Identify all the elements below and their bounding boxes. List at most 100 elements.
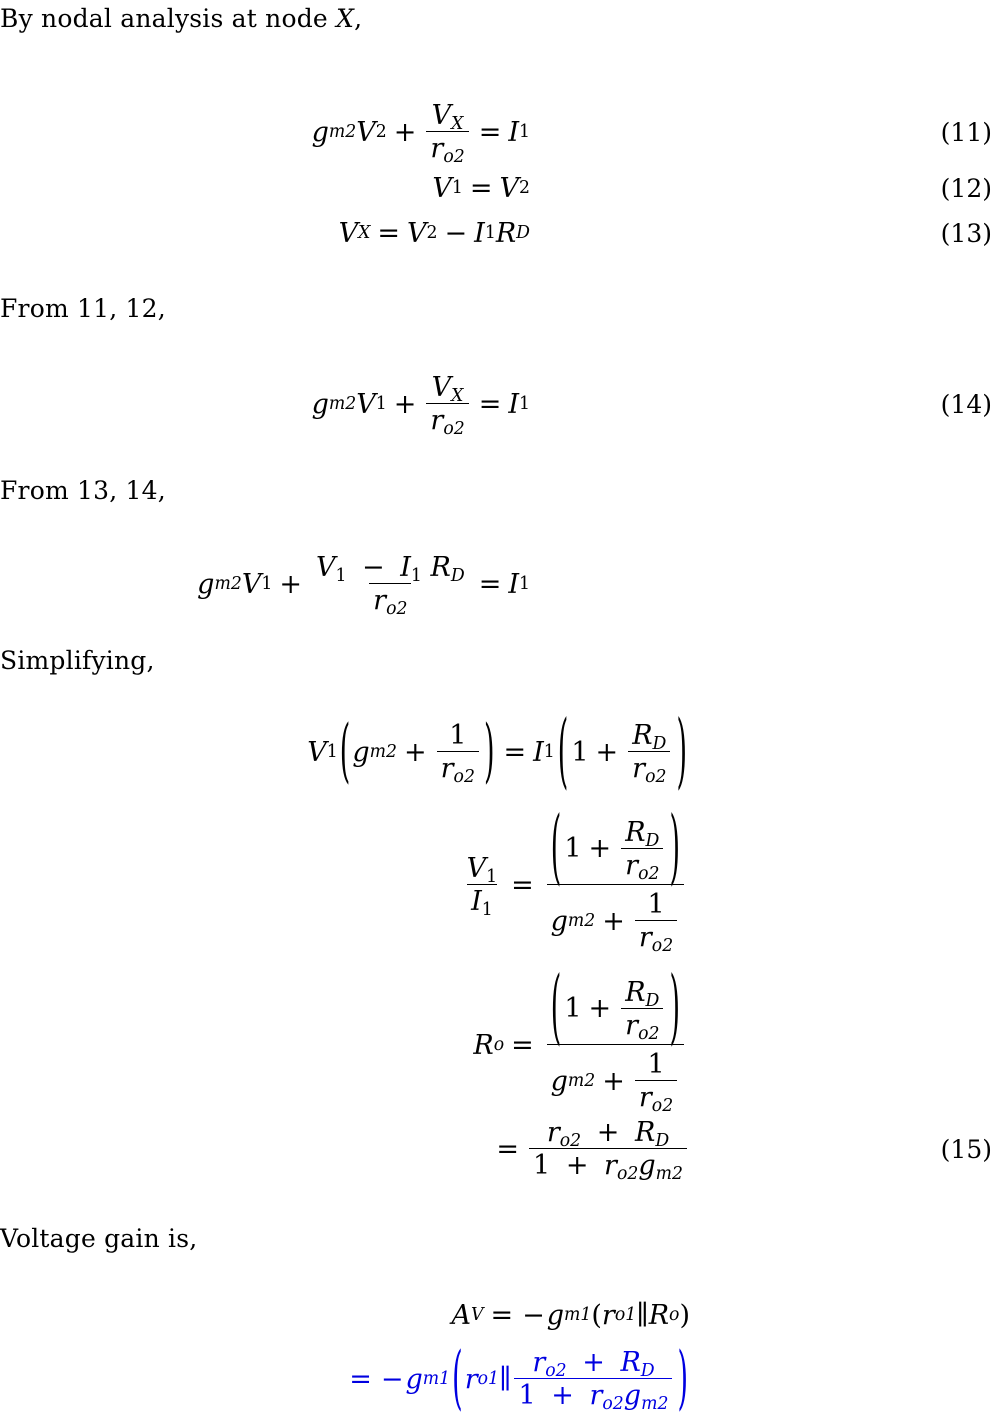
denominator-r: r bbox=[589, 1380, 603, 1411]
equals-operator: = bbox=[496, 1133, 520, 1165]
intro-prefix: By nodal analysis at node bbox=[0, 4, 337, 33]
ro1-symbol: r bbox=[464, 1363, 478, 1395]
equation-13: VX = V2 − I1 RD bbox=[338, 217, 530, 249]
denominator-symbol: r bbox=[440, 753, 454, 784]
denominator-g: g bbox=[623, 1380, 642, 1411]
equation-number-14: (14) bbox=[940, 389, 992, 419]
plus-operator: + bbox=[404, 736, 427, 768]
denominator-r-subscript: o2 bbox=[616, 1163, 639, 1184]
right-paren: ) bbox=[677, 1339, 688, 1419]
numerator-minus: − bbox=[362, 551, 385, 583]
numerator-rd: R bbox=[620, 1346, 641, 1378]
equation-av-row: AV = − g m1 ( r o1 ∥ Ro ) bbox=[0, 1292, 994, 1338]
equation-ratio-row: V1 I1 = ( 1 + RD ro2 ) g m2 + 1 ro2 bbox=[0, 805, 994, 956]
equals-operator: = bbox=[511, 1029, 534, 1061]
right-paren-big: ) bbox=[676, 705, 687, 799]
denominator-subscript: o2 bbox=[443, 418, 465, 439]
equals-operator: = bbox=[511, 869, 534, 901]
equals-operator: = bbox=[503, 736, 527, 768]
numerator-symbol: V bbox=[431, 99, 452, 131]
denominator-r: r bbox=[638, 922, 652, 954]
minus-operator: − bbox=[380, 1363, 404, 1395]
denominator-r-subscript: o2 bbox=[638, 1023, 660, 1044]
intro-symbol: X bbox=[336, 4, 355, 33]
one-term: 1 bbox=[564, 833, 582, 865]
equation-ro-row: Ro = ( 1 + RD ro2 ) g m2 + 1 ro2 bbox=[0, 965, 994, 1115]
plus-operator-2: + bbox=[602, 1065, 625, 1097]
equation-av-final: = − g m1 ( r o1 ∥ ro2 + RD 1 + ro2gm2) bbox=[0, 1339, 690, 1418]
equals-operator: = bbox=[377, 217, 401, 249]
r-symbol: R bbox=[495, 217, 517, 249]
rhs-symbol: V bbox=[499, 172, 520, 204]
denominator-r: r bbox=[625, 1009, 639, 1041]
numerator-r: r bbox=[546, 1116, 560, 1148]
fraction-vx-over-ro2: VX ro2 bbox=[426, 371, 469, 437]
denominator-r: r bbox=[625, 849, 639, 881]
numerator-r-subscript: D bbox=[450, 565, 465, 586]
numerator-i: I bbox=[400, 551, 411, 583]
denominator-r-subscript: o2 bbox=[638, 863, 660, 884]
equation-15-row: = ro2 + RD 1 + ro2gm2 (15) bbox=[0, 1110, 994, 1188]
g-symbol: g bbox=[546, 1299, 564, 1331]
denominator-r-subscript: o2 bbox=[651, 935, 674, 956]
denominator-r-subscript: o2 bbox=[645, 766, 667, 787]
plus-operator: + bbox=[588, 993, 612, 1025]
equation-ro: Ro = ( 1 + RD ro2 ) g m2 + 1 ro2 bbox=[0, 965, 690, 1115]
from-11-12-text: From 11, 12, bbox=[0, 294, 166, 323]
fraction-final-blue: ro2 + RD 1 + ro2gm2 bbox=[514, 1346, 673, 1412]
denominator-g-subscript: m2 bbox=[641, 1393, 669, 1414]
equation-11-row: g m2 V2 + VX ro2 = I1 (11) bbox=[0, 99, 994, 166]
fraction-vx-over-ro2: VX ro2 bbox=[426, 99, 469, 165]
v-symbol: V bbox=[356, 388, 376, 420]
numerator-plus: + bbox=[582, 1346, 605, 1378]
fraction-final-ro: ro2 + RD 1 + ro2gm2 bbox=[529, 1116, 687, 1182]
fraction-rd-over-ro2: RD ro2 bbox=[621, 978, 664, 1042]
plus-operator-2: + bbox=[602, 905, 625, 937]
equals-operator: = bbox=[349, 1363, 372, 1395]
parallel-operator: ∥ bbox=[636, 1299, 649, 1331]
numerator-v-subscript: 1 bbox=[335, 565, 347, 586]
equation-ratio: V1 I1 = ( 1 + RD ro2 ) g m2 + 1 ro2 bbox=[0, 805, 690, 956]
plus-operator-2: + bbox=[595, 736, 619, 768]
voltage-gain-text: Voltage gain is, bbox=[0, 1224, 198, 1253]
equation-13-row: VX = V2 − I1 RD (13) bbox=[0, 213, 994, 253]
numerator-v: V bbox=[466, 852, 487, 884]
ro-symbol: R bbox=[648, 1299, 670, 1331]
equation-12: V1 = V2 bbox=[432, 172, 530, 204]
numerator-v: V bbox=[315, 551, 336, 583]
g-symbol: g bbox=[311, 116, 329, 148]
one-term: 1 bbox=[571, 736, 589, 768]
ro1-symbol: r bbox=[601, 1299, 615, 1331]
denominator-one: 1 bbox=[533, 1150, 551, 1181]
numerator-rd: R bbox=[634, 1116, 656, 1148]
equals-operator: = bbox=[469, 172, 493, 204]
intro-suffix: , bbox=[354, 4, 363, 33]
denominator-i-subscript: 1 bbox=[481, 899, 493, 920]
fraction-substituted: V1 − I1 RD ro2 bbox=[312, 551, 469, 618]
numerator-i-subscript: 1 bbox=[410, 565, 422, 586]
parallel-operator: ∥ bbox=[499, 1363, 512, 1395]
numerator-r: R bbox=[430, 551, 451, 583]
left-paren-big: ( bbox=[550, 802, 562, 896]
denominator-subscript: o2 bbox=[443, 146, 465, 167]
equals-operator: = bbox=[490, 1299, 514, 1331]
g-symbol: g bbox=[352, 736, 370, 768]
numerator-symbol: V bbox=[431, 371, 452, 403]
numerator-r: r bbox=[532, 1346, 546, 1378]
intro-text: By nodal analysis at node X, bbox=[0, 6, 362, 31]
denominator-g-subscript: m2 bbox=[655, 1163, 683, 1184]
av-symbol: A bbox=[451, 1299, 471, 1331]
equation-number-12: (12) bbox=[940, 173, 992, 203]
v-symbol: V bbox=[356, 116, 376, 148]
v-symbol: V bbox=[241, 568, 262, 600]
fraction-rd-over-ro2: RD ro2 bbox=[621, 818, 664, 882]
numerator-one: 1 bbox=[647, 1049, 665, 1080]
i-symbol: I bbox=[508, 388, 519, 420]
equation-number-13: (13) bbox=[940, 218, 992, 248]
fraction-v1-over-i1: V1 I1 bbox=[463, 852, 502, 919]
lhs-symbol: V bbox=[432, 172, 452, 204]
minus-operator: − bbox=[522, 1299, 545, 1331]
denominator-plus: + bbox=[565, 1150, 589, 1181]
equals-operator: = bbox=[478, 116, 502, 148]
g-symbol: g bbox=[405, 1363, 423, 1395]
